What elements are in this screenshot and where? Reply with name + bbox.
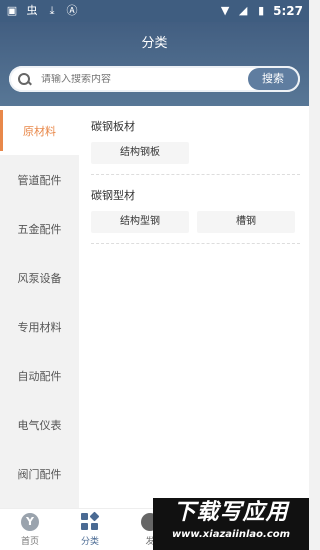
home-icon bbox=[21, 512, 39, 531]
search-button[interactable]: 搜索 bbox=[248, 68, 298, 90]
watermark: 下载写应用 www.xiazaiinlao.com bbox=[153, 498, 309, 550]
sidebar-item-special-materials[interactable]: 专用材料 bbox=[0, 302, 79, 351]
a-box-icon: Ⓐ bbox=[66, 4, 78, 17]
sidebar-item-pipe-fittings[interactable]: 管道配件 bbox=[0, 155, 79, 204]
battery-icon: ▮ bbox=[258, 4, 265, 17]
page-title: 分类 bbox=[141, 36, 168, 51]
sidebar-item-hardware[interactable]: 五金配件 bbox=[0, 204, 79, 253]
download-icon: ⤓ bbox=[49, 4, 55, 17]
status-time: 5:27 bbox=[273, 4, 303, 18]
category-sidebar: 原材料 管道配件 五金配件 风泵设备 专用材料 自动配件 电气仪表 阀门配件 bbox=[0, 106, 79, 550]
sidebar-item-valves[interactable]: 阀门配件 bbox=[0, 449, 79, 498]
search-bar[interactable]: 搜索 bbox=[9, 66, 300, 92]
tab-label: 首页 bbox=[20, 536, 39, 547]
sidebar-item-automation[interactable]: 自动配件 bbox=[0, 351, 79, 400]
tab-category[interactable]: 分类 bbox=[60, 509, 120, 550]
sidebar-item-electrical[interactable]: 电气仪表 bbox=[0, 400, 79, 449]
tag-item[interactable]: 结构钢板 bbox=[91, 142, 189, 164]
tab-label: 分类 bbox=[80, 536, 99, 547]
category-icon bbox=[81, 511, 100, 531]
sidebar-item-pumps[interactable]: 风泵设备 bbox=[0, 253, 79, 302]
tag-item[interactable]: 槽钢 bbox=[197, 211, 295, 233]
tag-item[interactable]: 结构型钢 bbox=[91, 211, 189, 233]
tab-home[interactable]: 首页 bbox=[0, 509, 60, 550]
search-input[interactable] bbox=[41, 73, 248, 85]
tag-list: 结构型钢 槽钢 bbox=[91, 211, 300, 244]
signal-icon: ◢ bbox=[238, 4, 248, 17]
watermark-title: 下载写应用 bbox=[173, 500, 289, 525]
status-bar: ▣ 虫 ⤓ Ⓐ ▼ ◢ ▮ 5:27 bbox=[0, 0, 309, 22]
group-title: 碳钢型材 bbox=[91, 189, 135, 202]
bug-icon: 虫 bbox=[26, 4, 38, 17]
header: 分类 搜索 bbox=[0, 22, 309, 106]
search-icon bbox=[17, 72, 31, 86]
subcategory-panel: 碳钢板材 结构钢板 碳钢型材 结构型钢 槽钢 bbox=[79, 106, 309, 550]
wifi-icon: ▼ bbox=[220, 4, 230, 17]
tag-list: 结构钢板 bbox=[91, 142, 300, 175]
image-icon: ▣ bbox=[6, 4, 18, 17]
group-title: 碳钢板材 bbox=[91, 120, 135, 133]
sidebar-item-raw-materials[interactable]: 原材料 bbox=[0, 106, 79, 155]
watermark-url: www.xiazaiinlao.com bbox=[171, 529, 291, 540]
